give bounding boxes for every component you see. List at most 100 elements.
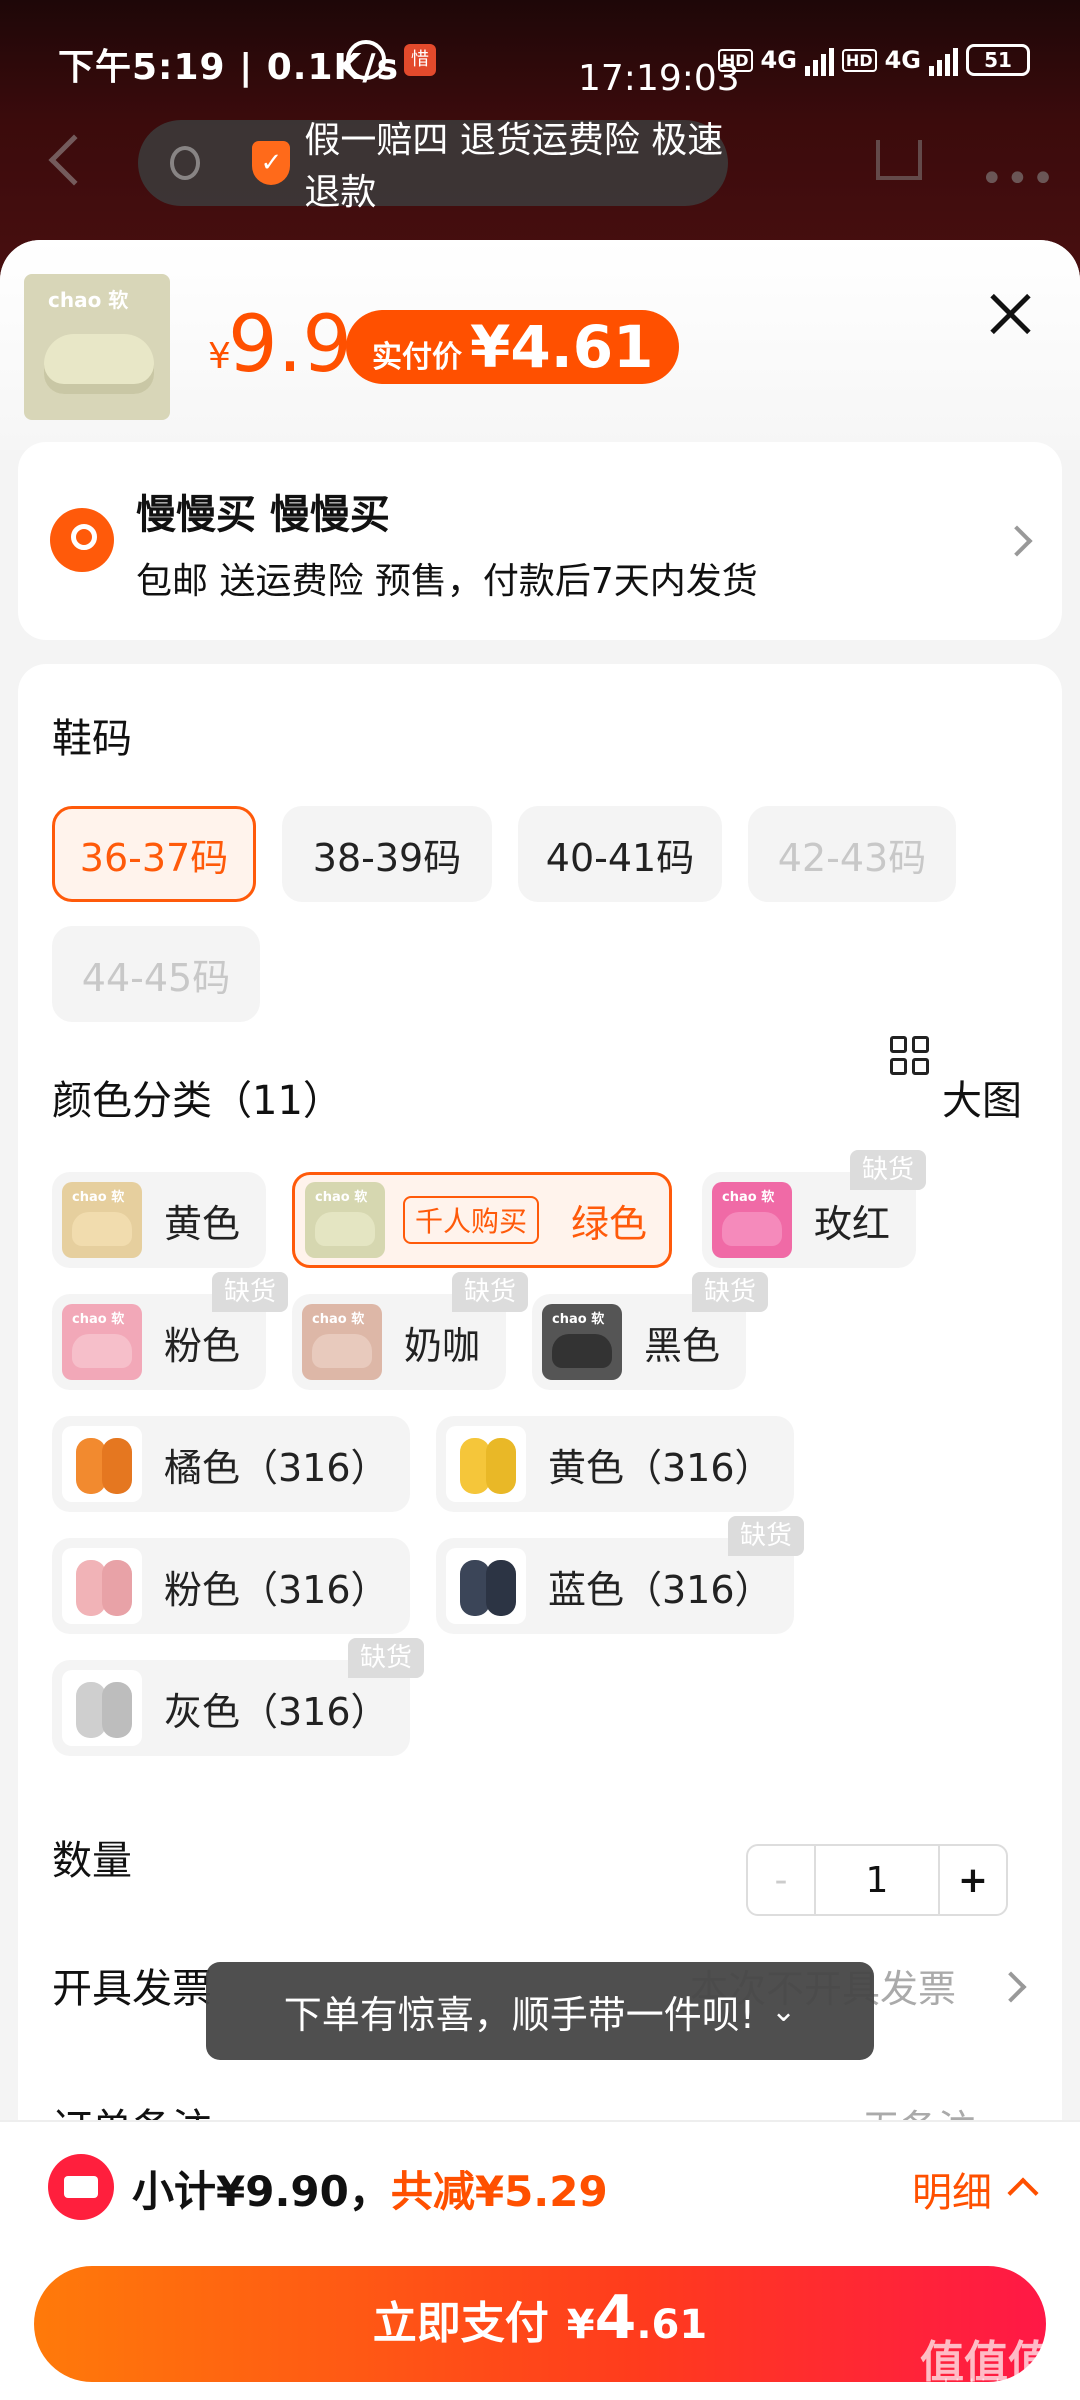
network-label-2: 4G bbox=[884, 46, 921, 74]
app-notification-icon: 惜 bbox=[404, 44, 436, 76]
network-label: 4G bbox=[760, 46, 797, 74]
color-option-green[interactable]: chao 软 千人购买 绿色 bbox=[292, 1172, 672, 1268]
watermark-domain: zhizhizhi.com bbox=[934, 2376, 1056, 2397]
color-name: 黄色 bbox=[164, 1201, 241, 1246]
product-thumbnail[interactable]: chao 软 bbox=[24, 274, 170, 420]
color-thumbnail: chao 软 bbox=[62, 1304, 142, 1380]
decrement-button[interactable]: - bbox=[748, 1846, 816, 1914]
quantity-label: 数量 bbox=[52, 1838, 132, 1884]
size-option-36-37[interactable]: 36-37码 bbox=[52, 806, 256, 902]
color-option-yellow[interactable]: chao 软 黄色 bbox=[52, 1172, 266, 1268]
thumbnail-label: chao 软 bbox=[48, 288, 129, 312]
status-right-icons: HD 4G HD 4G 51 bbox=[717, 44, 1030, 76]
color-name: 黑色 bbox=[644, 1323, 721, 1368]
real-price-value: ¥4.61 bbox=[470, 313, 654, 381]
color-thumbnail bbox=[446, 1548, 526, 1624]
screenshot-timestamp: 17:19:03 bbox=[578, 58, 740, 99]
signal-icon bbox=[804, 44, 834, 76]
invoice-label: 开具发票 bbox=[52, 1966, 212, 2012]
out-of-stock-badge: 缺货 bbox=[850, 1150, 927, 1190]
quantity-value[interactable]: 1 bbox=[816, 1846, 940, 1914]
chevron-up-icon[interactable] bbox=[1007, 2177, 1039, 2209]
out-of-stock-badge: 缺货 bbox=[212, 1272, 289, 1312]
color-option-yellow-316[interactable]: 黄色（316） bbox=[436, 1416, 794, 1512]
battery-icon: 51 bbox=[966, 44, 1030, 76]
color-thumbnail: chao 软 bbox=[712, 1182, 792, 1258]
cart-icon[interactable] bbox=[876, 140, 922, 180]
location-pin-icon bbox=[50, 508, 114, 572]
shipping-info: 包邮 送运费险 预售，付款后7天内发货 bbox=[136, 561, 758, 602]
real-price-badge: 实付价 ¥4.61 bbox=[346, 310, 680, 384]
color-name: 绿色 bbox=[571, 1201, 648, 1246]
status-bar: 下午5:19 | 0.1K/s 惜 17:19:03 HD 4G HD 4G 5… bbox=[0, 0, 1080, 110]
hd-icon-2: HD bbox=[841, 48, 877, 72]
pay-now-button[interactable]: 立即支付 ¥ 4 .61 bbox=[34, 2266, 1046, 2382]
chevron-down-icon: ⌄ bbox=[771, 1993, 797, 2029]
color-thumbnail bbox=[62, 1426, 142, 1502]
subtotal-amount: 小计¥9.90， bbox=[132, 2167, 391, 2216]
quantity-stepper: - 1 + bbox=[746, 1844, 1008, 1916]
slipper-image bbox=[44, 334, 154, 394]
color-thumbnail: chao 软 bbox=[302, 1304, 382, 1380]
more-icon[interactable]: ••• bbox=[980, 156, 1057, 202]
size-option-38-39[interactable]: 38-39码 bbox=[282, 806, 492, 902]
popular-tag: 千人购买 bbox=[403, 1196, 540, 1244]
color-thumbnail bbox=[62, 1670, 142, 1746]
detail-link[interactable]: 明细 bbox=[912, 2160, 992, 2218]
out-of-stock-badge: 缺货 bbox=[452, 1272, 529, 1312]
sku-bottom-sheet: chao 软 ¥ 9.9 实付价 ¥4.61 慢慢买 慢慢买 包邮 送运费险 预… bbox=[0, 240, 1080, 2400]
pay-amount-dec: .61 bbox=[636, 2302, 708, 2348]
size-option-42-43[interactable]: 42-43码 bbox=[748, 806, 956, 902]
color-thumbnail bbox=[62, 1548, 142, 1624]
toast-message[interactable]: 下单有惊喜，顺手带一件呗! ⌄ bbox=[206, 1962, 874, 2060]
real-price-label: 实付价 bbox=[372, 340, 462, 375]
chevron-right-icon bbox=[1001, 525, 1033, 557]
close-icon[interactable] bbox=[988, 292, 1032, 336]
out-of-stock-badge: 缺货 bbox=[692, 1272, 769, 1312]
signal-icon-2 bbox=[929, 44, 958, 76]
color-name: 黄色（316） bbox=[548, 1445, 773, 1490]
color-name: 玫红 bbox=[814, 1201, 891, 1246]
color-name: 粉色（316） bbox=[164, 1567, 389, 1612]
toast-text: 下单有惊喜，顺手带一件呗! bbox=[283, 1992, 756, 2037]
alarm-icon bbox=[346, 40, 386, 80]
grid-icon[interactable] bbox=[890, 1036, 932, 1078]
size-option-44-45[interactable]: 44-45码 bbox=[52, 926, 260, 1022]
size-option-40-41[interactable]: 40-41码 bbox=[518, 806, 722, 902]
product-price: 9.9 bbox=[228, 300, 353, 390]
guarantee-banner: ✓ 假一赔四 退货运费险 极速退款 bbox=[138, 120, 728, 213]
subtotal-text: 小计¥9.90，共减¥5.29 bbox=[132, 2158, 608, 2219]
color-name: 粉色 bbox=[164, 1323, 241, 1368]
color-thumbnail: chao 软 bbox=[62, 1182, 142, 1258]
increment-button[interactable]: + bbox=[940, 1846, 1006, 1914]
color-thumbnail: chao 软 bbox=[305, 1182, 385, 1258]
back-icon[interactable] bbox=[48, 134, 100, 186]
size-section-label: 鞋码 bbox=[52, 716, 132, 762]
checkout-bar: 小计¥9.90，共减¥5.29 明细 立即支付 ¥ 4 .61 bbox=[0, 2120, 1080, 2400]
color-name: 蓝色（316） bbox=[548, 1567, 773, 1612]
guarantee-text: 假一赔四 退货运费险 极速退款 bbox=[304, 120, 724, 213]
pay-amount-int: 4 bbox=[594, 2283, 637, 2353]
out-of-stock-badge: 缺货 bbox=[348, 1638, 425, 1678]
color-thumbnail: chao 软 bbox=[542, 1304, 622, 1380]
pay-currency: ¥ bbox=[566, 2302, 595, 2348]
shield-check-icon: ✓ bbox=[252, 141, 291, 185]
hd-icon: HD bbox=[717, 48, 753, 72]
color-option-pink-316[interactable]: 粉色（316） bbox=[52, 1538, 410, 1634]
coupon-icon bbox=[48, 2154, 114, 2220]
address-title: 慢慢买 慢慢买 bbox=[136, 492, 390, 538]
color-option-orange-316[interactable]: 橘色（316） bbox=[52, 1416, 410, 1512]
nav-row: ✓ 假一赔四 退货运费险 极速退款 ••• bbox=[0, 120, 1080, 213]
big-view-label[interactable]: 大图 bbox=[942, 1068, 1022, 1126]
address-card[interactable]: 慢慢买 慢慢买 包邮 送运费险 预售，付款后7天内发货 bbox=[18, 442, 1062, 640]
color-section-label: 颜色分类（11） bbox=[52, 1078, 343, 1124]
sheet-header: chao 软 ¥ 9.9 实付价 ¥4.61 bbox=[0, 240, 1080, 450]
search-icon bbox=[170, 146, 201, 180]
color-name: 灰色（316） bbox=[164, 1689, 389, 1734]
color-thumbnail bbox=[446, 1426, 526, 1502]
out-of-stock-badge: 缺货 bbox=[728, 1516, 805, 1556]
pay-label: 立即支付 bbox=[372, 2298, 549, 2349]
color-name: 奶咖 bbox=[404, 1323, 481, 1368]
color-name: 橘色（316） bbox=[164, 1445, 389, 1490]
discount-amount: 共减¥5.29 bbox=[390, 2167, 608, 2216]
